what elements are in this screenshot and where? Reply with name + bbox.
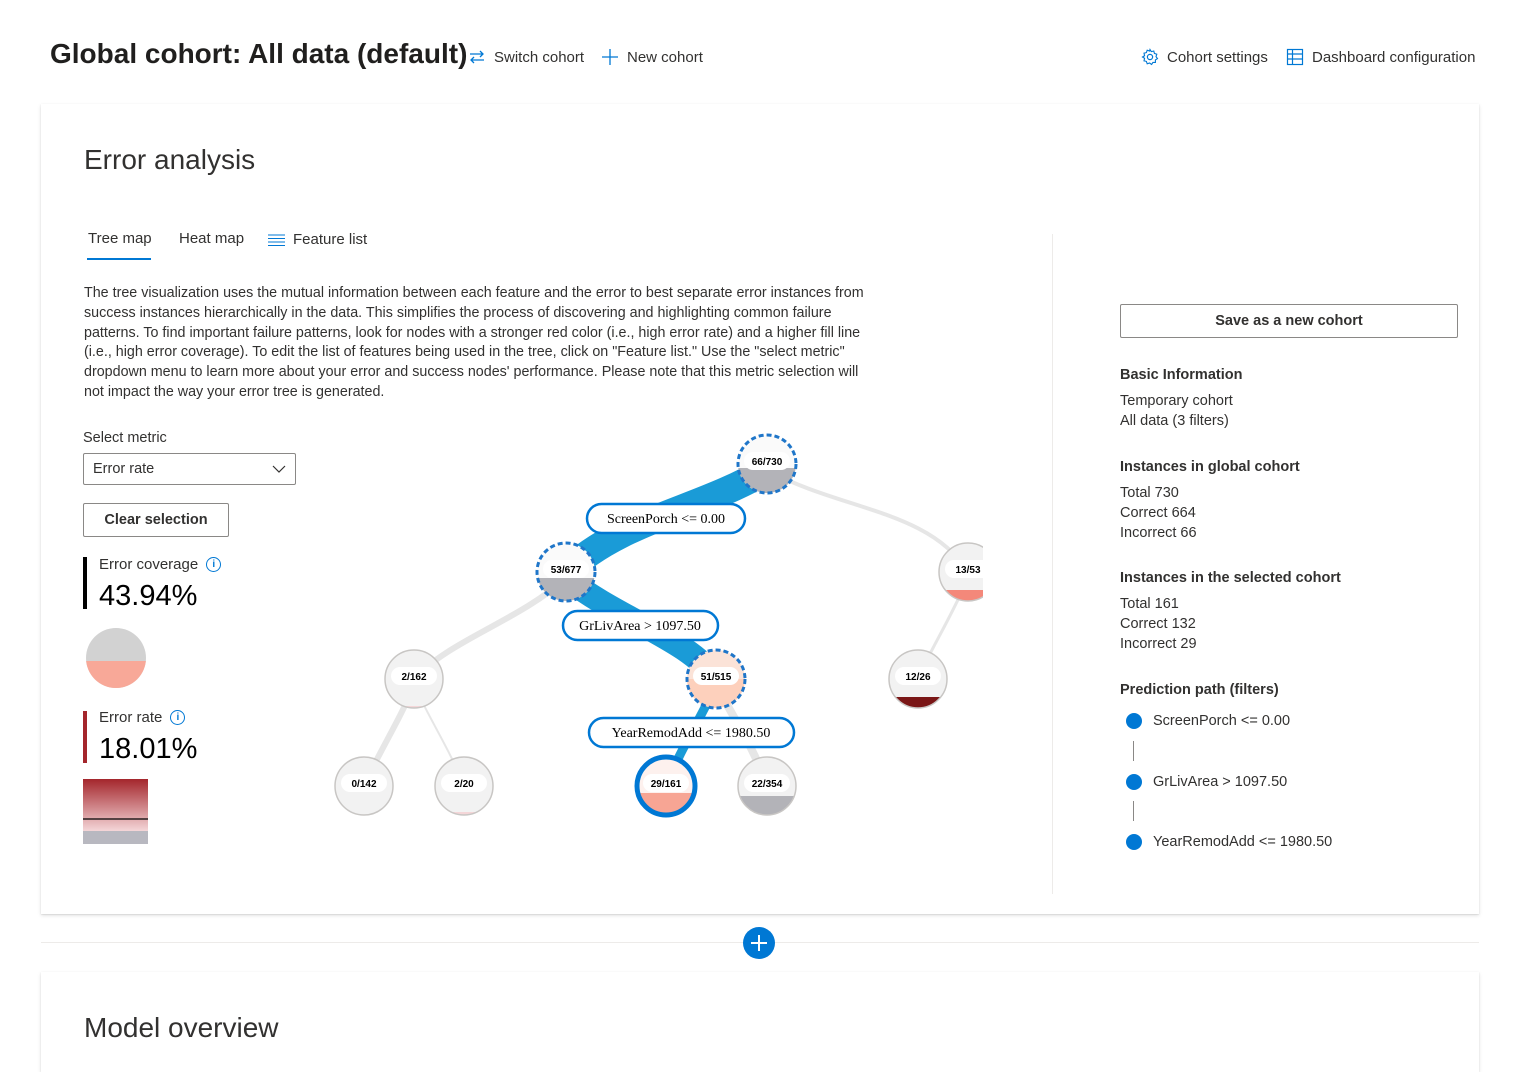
tree-node-selected[interactable]: 29/161: [634, 754, 698, 818]
prediction-path-title: Prediction path (filters): [1120, 682, 1279, 698]
tree-description: The tree visualization uses the mutual i…: [84, 285, 864, 400]
path-filter: GrLivArea > 1097.50: [1153, 774, 1288, 790]
node-label: 0/142: [351, 779, 376, 790]
split-condition: YearRemodAdd <= 1980.50: [587, 716, 796, 749]
node-label: 13/53: [955, 565, 980, 576]
global-cohort-total: Total 730: [1120, 485, 1179, 501]
dashboard-configuration-label: Dashboard configuration: [1312, 48, 1476, 66]
tree-node[interactable]: 13/53: [938, 542, 985, 602]
selected-cohort-total: Total 161: [1120, 596, 1179, 612]
coverage-legend-circle: [86, 628, 146, 688]
tree-node[interactable]: 2/162: [384, 649, 444, 709]
node-label: 12/26: [905, 672, 930, 683]
split-condition: ScreenPorch <= 0.00: [585, 502, 747, 535]
selected-cohort-title: Instances in the selected cohort: [1120, 570, 1341, 586]
selected-cohort-incorrect: Incorrect 29: [1120, 636, 1197, 652]
switch-icon: [470, 50, 484, 64]
basic-info-line: Temporary cohort: [1120, 393, 1233, 409]
tree-node[interactable]: 12/26: [888, 649, 948, 709]
global-cohort-correct: Correct 664: [1120, 505, 1196, 521]
error-rate-gradient-legend: [83, 779, 148, 844]
add-section-button[interactable]: [743, 927, 775, 959]
model-overview-title: Model overview: [84, 1012, 279, 1043]
basic-info-line: All data (3 filters): [1120, 413, 1229, 429]
new-cohort-button[interactable]: New cohort: [601, 48, 703, 66]
tab-heat-map[interactable]: Heat map: [179, 230, 244, 247]
select-metric-value: Error rate: [93, 461, 155, 477]
tab-feature-list[interactable]: Feature list: [268, 231, 367, 248]
node-label: 22/354: [752, 779, 783, 790]
basic-info-title: Basic Information: [1120, 367, 1243, 383]
node-label: 2/162: [401, 672, 426, 683]
switch-cohort-label: Switch cohort: [494, 48, 585, 66]
cohort-settings-button[interactable]: Cohort settings: [1141, 48, 1268, 66]
gear-icon: [1141, 48, 1159, 66]
path-connector: [1133, 741, 1134, 761]
node-label: 29/161: [651, 779, 682, 790]
tree-node[interactable]: 53/677: [535, 541, 597, 603]
global-cohort-title: Instances in global cohort: [1120, 459, 1300, 475]
tree-link: [766, 468, 970, 574]
path-connector: [1133, 801, 1134, 821]
select-metric-label: Select metric: [83, 430, 167, 446]
error-rate-label: Error rate: [99, 709, 163, 726]
split-condition: GrLivArea > 1097.50: [561, 609, 720, 642]
condition-label: YearRemodAdd <= 1980.50: [612, 726, 771, 741]
feature-list-label: Feature list: [293, 231, 368, 248]
tree-node[interactable]: 22/354: [737, 756, 797, 816]
error-coverage-value: 43.94%: [99, 580, 198, 612]
node-label: 2/20: [454, 779, 474, 790]
clear-selection-button[interactable]: Clear selection: [83, 503, 229, 537]
plus-icon: [602, 49, 618, 65]
tree-node[interactable]: 51/515: [685, 648, 747, 710]
grid-icon: [1286, 48, 1304, 66]
error-coverage-label: Error coverage: [99, 556, 199, 573]
info-icon[interactable]: i: [206, 557, 222, 572]
path-dot: [1126, 713, 1142, 729]
tree-node[interactable]: 0/142: [334, 756, 394, 816]
global-cohort-incorrect: Incorrect 66: [1120, 525, 1197, 541]
chevron-down-icon: [272, 465, 286, 473]
selected-cohort-correct: Correct 132: [1120, 616, 1196, 632]
save-as-new-cohort-button[interactable]: Save as a new cohort: [1120, 304, 1458, 338]
node-label: 51/515: [701, 672, 732, 683]
list-icon: [268, 233, 285, 246]
error-analysis-title: Error analysis: [84, 144, 256, 175]
node-label: 53/677: [551, 565, 582, 576]
path-dot: [1126, 774, 1142, 790]
error-rate-value: 18.01%: [99, 733, 198, 765]
tab-tree-map[interactable]: Tree map: [88, 230, 152, 247]
panel-divider: [1052, 234, 1053, 894]
tree-map[interactable]: 66/730 53/677 13/53 2/162 51/515 12/26 0…: [320, 425, 985, 835]
info-icon[interactable]: i: [170, 710, 186, 725]
error-rate-bar: [83, 711, 87, 763]
path-filter: YearRemodAdd <= 1980.50: [1153, 834, 1333, 850]
page-title: Global cohort: All data (default): [50, 38, 468, 69]
tree-node[interactable]: 2/20: [434, 756, 494, 816]
path-dot: [1126, 834, 1142, 850]
error-coverage-header: Error coverage i: [99, 556, 222, 573]
coverage-bar: [83, 557, 87, 609]
tab-selected-indicator: [87, 258, 151, 260]
condition-label: GrLivArea > 1097.50: [579, 619, 701, 634]
switch-cohort-button[interactable]: Switch cohort: [468, 48, 584, 66]
select-metric-dropdown[interactable]: Error rate: [83, 453, 296, 485]
node-label: 66/730: [752, 457, 783, 468]
path-filter: ScreenPorch <= 0.00: [1153, 713, 1291, 729]
tree-node[interactable]: 66/730: [736, 433, 798, 495]
dashboard-configuration-button[interactable]: Dashboard configuration: [1286, 48, 1475, 66]
condition-label: ScreenPorch <= 0.00: [607, 512, 725, 527]
plus-icon: [751, 935, 767, 951]
cohort-settings-label: Cohort settings: [1167, 48, 1268, 66]
error-rate-header: Error rate i: [99, 709, 186, 726]
new-cohort-label: New cohort: [627, 48, 703, 66]
